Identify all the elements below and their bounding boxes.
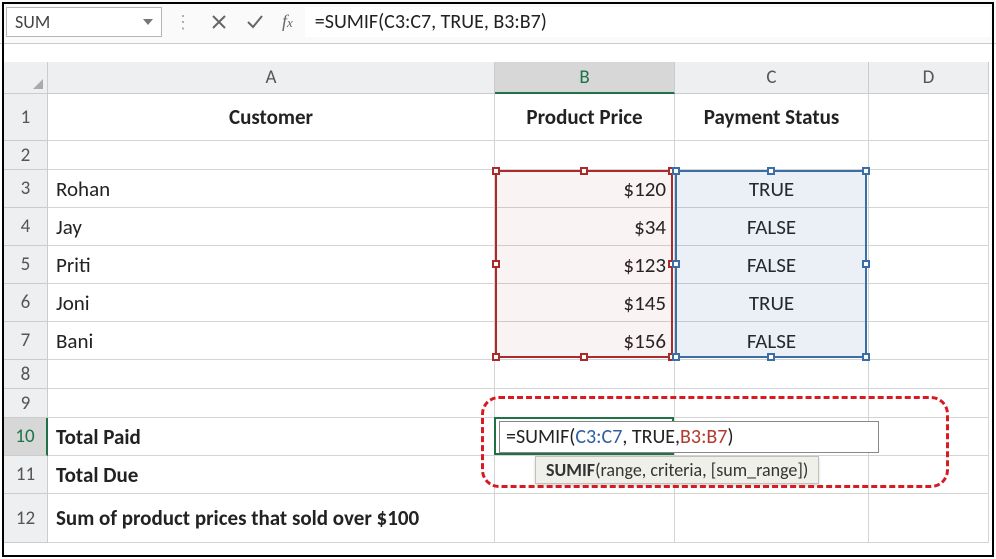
column-header-b[interactable]: B bbox=[495, 62, 675, 94]
cell-customer[interactable]: Jay bbox=[48, 208, 495, 246]
formula-token-range2: B3:B7 bbox=[680, 425, 727, 449]
spreadsheet-grid: A B C D 123456789101112 Customer Product… bbox=[4, 46, 992, 555]
cell-customer[interactable]: Bani bbox=[48, 322, 495, 360]
table-row: Customer Product Price Payment Status bbox=[48, 94, 992, 141]
cell-empty[interactable] bbox=[675, 360, 869, 389]
cell-customer[interactable]: Joni bbox=[48, 284, 495, 322]
cell-empty[interactable] bbox=[675, 141, 869, 170]
row-header-10[interactable]: 10 bbox=[4, 418, 48, 456]
cell-editor[interactable]: =SUMIF(C3:C7, TRUE, B3:B7) bbox=[499, 421, 879, 453]
formula-token-fn: =SUMIF( bbox=[506, 425, 575, 449]
row-header-6[interactable]: 6 bbox=[4, 284, 48, 322]
cell-empty[interactable] bbox=[869, 322, 989, 360]
cell-status[interactable]: FALSE bbox=[675, 246, 869, 284]
formula-token-range1: C3:C7 bbox=[575, 425, 622, 449]
cell-status[interactable]: FALSE bbox=[675, 322, 869, 360]
cell-empty[interactable] bbox=[675, 389, 869, 418]
row-header-9[interactable]: 9 bbox=[4, 389, 48, 418]
cell-empty[interactable] bbox=[869, 94, 989, 141]
cells-area[interactable]: Customer Product Price Payment Status Ro… bbox=[48, 94, 992, 555]
cell-empty[interactable] bbox=[869, 208, 989, 246]
row-header-1[interactable]: 1 bbox=[4, 94, 48, 141]
header-price[interactable]: Product Price bbox=[495, 94, 675, 141]
label-total-due[interactable]: Total Due bbox=[48, 456, 495, 494]
table-row: Bani $156 FALSE bbox=[48, 322, 992, 360]
cell-price[interactable]: $156 bbox=[495, 322, 675, 360]
cell-empty[interactable] bbox=[869, 141, 989, 170]
cell-price[interactable]: $123 bbox=[495, 246, 675, 284]
cell-empty[interactable] bbox=[869, 284, 989, 322]
row-header-8[interactable]: 8 bbox=[4, 360, 48, 389]
row-header-11[interactable]: 11 bbox=[4, 456, 48, 494]
formula-token-suffix: ) bbox=[727, 425, 733, 449]
cell-empty[interactable] bbox=[869, 360, 989, 389]
header-status[interactable]: Payment Status bbox=[675, 94, 869, 141]
label-total-paid[interactable]: Total Paid bbox=[48, 418, 495, 456]
cell-price[interactable]: $145 bbox=[495, 284, 675, 322]
row-header-3[interactable]: 3 bbox=[4, 170, 48, 208]
cell-empty[interactable] bbox=[495, 389, 675, 418]
cell-customer[interactable]: Rohan bbox=[48, 170, 495, 208]
cell-empty[interactable] bbox=[675, 494, 869, 543]
column-header-c[interactable]: C bbox=[675, 62, 869, 94]
table-row: Priti $123 FALSE bbox=[48, 246, 992, 284]
table-row bbox=[48, 389, 992, 418]
cell-customer[interactable]: Priti bbox=[48, 246, 495, 284]
cell-empty[interactable] bbox=[869, 456, 989, 494]
row-header-5[interactable]: 5 bbox=[4, 246, 48, 284]
function-tooltip: SUMIF(range, criteria, [sum_range]) bbox=[535, 456, 819, 484]
column-header-d[interactable]: D bbox=[869, 62, 989, 94]
formula-token-mid: , TRUE, bbox=[622, 425, 680, 449]
table-row: Total Due bbox=[48, 456, 992, 494]
table-row bbox=[48, 141, 992, 170]
cell-empty[interactable] bbox=[869, 246, 989, 284]
tooltip-fn-name: SUMIF bbox=[546, 459, 595, 481]
cell-price[interactable]: $120 bbox=[495, 170, 675, 208]
tooltip-fn-sig: (range, criteria, [sum_range]) bbox=[595, 459, 808, 481]
table-row: Jay $34 FALSE bbox=[48, 208, 992, 246]
row-header-7[interactable]: 7 bbox=[4, 322, 48, 360]
cell-empty[interactable] bbox=[869, 494, 989, 543]
row-header-12[interactable]: 12 bbox=[4, 494, 48, 543]
header-customer[interactable]: Customer bbox=[48, 94, 495, 141]
cell-status[interactable]: FALSE bbox=[675, 208, 869, 246]
table-row bbox=[48, 360, 992, 389]
label-sum-over-100[interactable]: Sum of product prices that sold over $10… bbox=[48, 494, 495, 543]
cell-empty[interactable] bbox=[869, 170, 989, 208]
cell-empty[interactable] bbox=[495, 141, 675, 170]
column-header-a[interactable]: A bbox=[48, 62, 495, 94]
cell-empty[interactable] bbox=[48, 141, 495, 170]
cell-empty[interactable] bbox=[48, 360, 495, 389]
cell-status[interactable]: TRUE bbox=[675, 170, 869, 208]
table-row: Joni $145 TRUE bbox=[48, 284, 992, 322]
row-headers: 123456789101112 bbox=[4, 94, 48, 543]
cell-status[interactable]: TRUE bbox=[675, 284, 869, 322]
cell-empty[interactable] bbox=[869, 418, 989, 456]
cell-empty[interactable] bbox=[869, 389, 989, 418]
table-row: Sum of product prices that sold over $10… bbox=[48, 494, 992, 543]
cell-empty[interactable] bbox=[495, 360, 675, 389]
select-all-button[interactable] bbox=[4, 62, 48, 94]
row-header-2[interactable]: 2 bbox=[4, 141, 48, 170]
cell-empty[interactable] bbox=[495, 494, 675, 543]
cell-price[interactable]: $34 bbox=[495, 208, 675, 246]
row-header-4[interactable]: 4 bbox=[4, 208, 48, 246]
column-headers: A B C D bbox=[48, 62, 992, 94]
table-row: Rohan $120 TRUE bbox=[48, 170, 992, 208]
cell-empty[interactable] bbox=[48, 389, 495, 418]
